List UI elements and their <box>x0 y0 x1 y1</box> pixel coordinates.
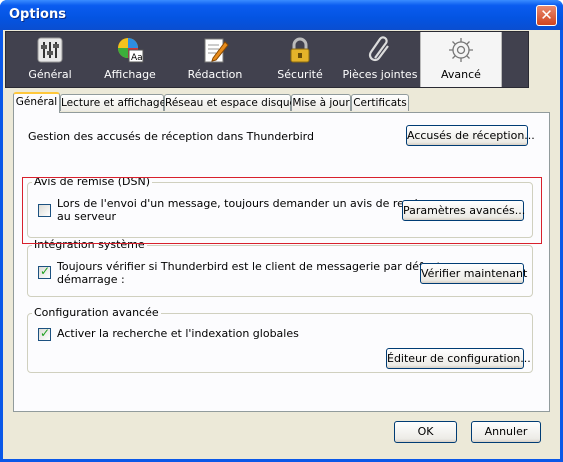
options-window: Options ✕ Général Aa Affichage Rédaction… <box>0 0 563 462</box>
tab-general[interactable]: Général <box>13 92 60 113</box>
default-client-label-line1: Toujours vérifier si Thunderbird est le … <box>57 260 459 273</box>
cancel-button[interactable]: Annuler <box>471 421 541 443</box>
category-toolbar: Général Aa Affichage Rédaction Sécurité … <box>5 31 529 88</box>
general-panel: Gestion des accusés de réception dans Th… <box>13 112 550 412</box>
general-icon <box>37 37 63 63</box>
lock-icon <box>290 37 310 63</box>
toolbar-label: Affichage <box>104 68 156 81</box>
check-mark-icon: ✓ <box>40 326 51 340</box>
window-title: Options <box>9 7 66 22</box>
close-button[interactable]: ✕ <box>536 5 557 26</box>
toolbar-security[interactable]: Sécurité <box>260 32 340 87</box>
return-receipts-button[interactable]: Accusés de réception... <box>406 125 535 146</box>
toolbar-label: Général <box>28 68 72 81</box>
ok-button[interactable]: OK <box>394 421 457 443</box>
gear-icon <box>449 38 473 62</box>
close-icon: ✕ <box>540 6 553 24</box>
check-now-button[interactable]: Vérifier maintenant <box>420 263 527 284</box>
toolbar-label: Avancé <box>441 68 481 81</box>
default-client-checkbox[interactable]: ✓ <box>38 264 51 279</box>
system-integration-group: Intégration système ✓ Toujours vérifier … <box>27 238 533 297</box>
tab-reading-display[interactable]: Lecture et affichage <box>60 94 166 111</box>
composition-icon <box>204 38 229 63</box>
tab-certificates[interactable]: Certificats <box>351 94 409 111</box>
toolbar-attachments[interactable]: Pièces jointes <box>340 32 420 87</box>
check-mark-icon: ✓ <box>40 264 51 278</box>
advanced-config-group: Configuration avancée ✓ Activer la reche… <box>27 306 533 373</box>
receipts-label: Gestion des accusés de réception dans Th… <box>28 130 314 143</box>
paperclip-icon <box>368 36 389 62</box>
toolbar-label: Rédaction <box>187 68 243 81</box>
dsn-highlight-frame <box>22 177 542 244</box>
advanced-config-legend: Configuration avancée <box>32 306 161 319</box>
default-client-label-line2: démarrage : <box>57 273 125 286</box>
toolbar-label: Pièces jointes <box>342 68 418 81</box>
title-bar[interactable]: Options ✕ <box>0 0 563 30</box>
toolbar-advanced[interactable]: Avancé <box>420 32 502 87</box>
dialog-body: Général Aa Affichage Rédaction Sécurité … <box>3 30 560 459</box>
tab-update[interactable]: Mise à jour <box>291 94 351 111</box>
global-search-checkbox[interactable]: ✓ <box>38 326 51 341</box>
svg-text:Aa: Aa <box>131 53 143 63</box>
display-icon: Aa <box>118 38 144 63</box>
config-editor-button[interactable]: Éditeur de configuration... <box>386 348 531 369</box>
tab-network-disk[interactable]: Réseau et espace disque <box>164 94 296 111</box>
global-search-label: Activer la recherche et l'indexation glo… <box>57 327 299 340</box>
toolbar-composition[interactable]: Rédaction <box>170 32 260 87</box>
toolbar-label: Sécurité <box>277 68 323 81</box>
toolbar-display[interactable]: Aa Affichage <box>90 32 170 87</box>
toolbar-general[interactable]: Général <box>10 32 90 87</box>
